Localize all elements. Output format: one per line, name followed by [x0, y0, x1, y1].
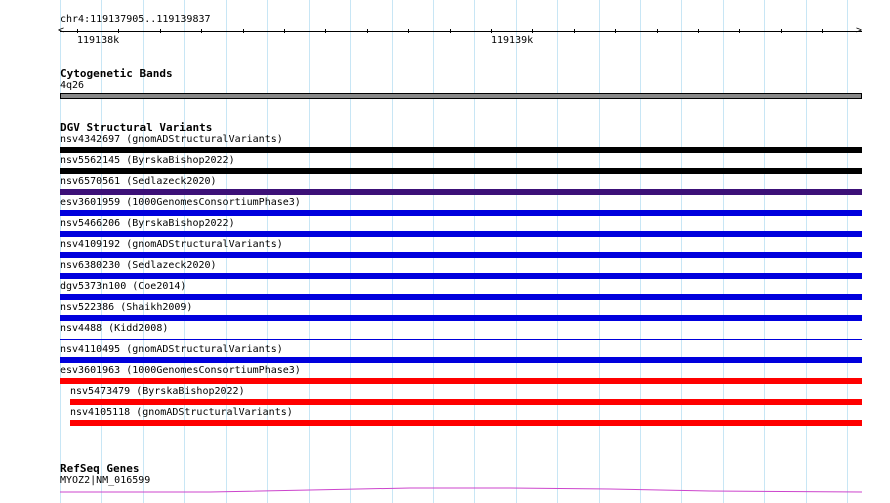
variant-label[interactable]: nsv6380230 (Sedlazeck2020) [60, 260, 217, 272]
variant-bar[interactable] [70, 420, 862, 426]
variant-bar[interactable] [60, 168, 862, 174]
gene-coverage-line[interactable] [60, 486, 862, 494]
variant-label[interactable]: nsv5473479 (ByrskaBishop2022) [70, 386, 245, 398]
cytoband-label: 4q26 [60, 80, 85, 91]
variant-label[interactable]: nsv4109192 (gnomADStructuralVariants) [60, 239, 283, 251]
ruler-tick [739, 29, 740, 33]
variant-bar[interactable] [60, 189, 862, 195]
ruler-tick [160, 29, 161, 33]
tick-label-119138k: 119138k [77, 35, 120, 46]
ruler-tick [325, 29, 326, 33]
ruler-tick [77, 29, 78, 33]
variant-label[interactable]: nsv5466206 (ByrskaBishop2022) [60, 218, 235, 230]
variant-bar[interactable] [60, 357, 862, 363]
variant-label[interactable]: nsv6570561 (Sedlazeck2020) [60, 176, 217, 188]
ruler-tick [491, 29, 492, 33]
variant-bar[interactable] [60, 339, 862, 340]
ruler-right-arrow-icon: > [856, 25, 863, 36]
ruler-tick [243, 29, 244, 33]
ruler-tick [284, 29, 285, 33]
region-label: chr4:119137905..119139837 [60, 14, 211, 25]
ruler-tick [781, 29, 782, 33]
variant-label[interactable]: nsv4342697 (gnomADStructuralVariants) [60, 134, 283, 146]
variant-label[interactable]: dgv5373n100 (Coe2014) [60, 281, 186, 293]
variant-label[interactable]: nsv4105118 (gnomADStructuralVariants) [70, 407, 293, 419]
ruler-tick [657, 29, 658, 33]
ruler-tick [408, 29, 409, 33]
ruler-tick [118, 29, 119, 33]
ruler-left-arrow-icon: < [58, 25, 65, 36]
variant-bar[interactable] [60, 252, 862, 258]
variant-bar[interactable] [60, 210, 862, 216]
variant-bar[interactable] [60, 315, 862, 321]
variant-label[interactable]: nsv4110495 (gnomADStructuralVariants) [60, 344, 283, 356]
variant-label[interactable]: esv3601959 (1000GenomesConsortiumPhase3) [60, 197, 301, 209]
variant-label[interactable]: nsv522386 (Shaikh2009) [60, 302, 192, 314]
variant-label[interactable]: nsv4488 (Kidd2008) [60, 323, 168, 335]
ruler-tick [574, 29, 575, 33]
ruler-tick [532, 29, 533, 33]
variant-bar[interactable] [60, 147, 862, 153]
dgv-track-title[interactable]: DGV Structural Variants [60, 121, 212, 134]
variant-bar[interactable] [70, 399, 862, 405]
ruler-tick [615, 29, 616, 33]
variant-label[interactable]: esv3601963 (1000GenomesConsortiumPhase3) [60, 365, 301, 377]
ruler-axis [60, 31, 862, 32]
variant-bar[interactable] [60, 231, 862, 237]
variant-bar[interactable] [60, 378, 862, 384]
ruler-tick [201, 29, 202, 33]
ruler-tick [367, 29, 368, 33]
ruler-tick [822, 29, 823, 33]
variant-bar[interactable] [60, 273, 862, 279]
ruler-tick [698, 29, 699, 33]
tick-label-119139k: 119139k [491, 35, 534, 46]
cytoband-track-title[interactable]: Cytogenetic Bands [60, 67, 173, 80]
variant-bar[interactable] [60, 294, 862, 300]
cytoband-bar[interactable] [60, 93, 862, 99]
ruler-tick [450, 29, 451, 33]
variant-label[interactable]: nsv5562145 (ByrskaBishop2022) [60, 155, 235, 167]
refseq-track-title[interactable]: RefSeq Genes [60, 462, 139, 475]
